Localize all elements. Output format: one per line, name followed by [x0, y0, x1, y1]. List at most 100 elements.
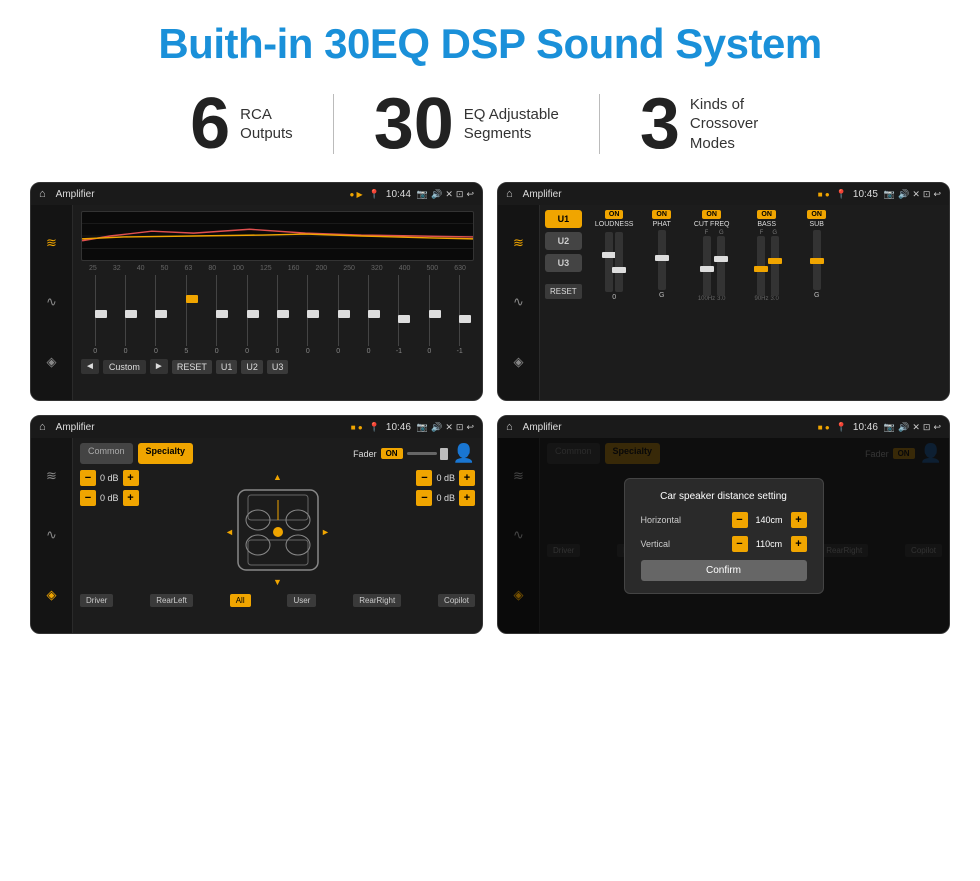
eq-slider-2[interactable]: 0: [118, 275, 134, 355]
cutfreq-slider-g[interactable]: [717, 236, 725, 296]
bass-slider-f[interactable]: [757, 236, 765, 296]
crossover-wave-icon[interactable]: ∿: [513, 294, 524, 310]
fullscreen-icon[interactable]: ⊡: [456, 189, 464, 200]
dialog-location-icon: 📍: [836, 422, 847, 433]
sp-speaker-icon[interactable]: ◈: [47, 587, 57, 603]
all-btn[interactable]: All: [230, 594, 251, 607]
crossover-back-icon[interactable]: ↩: [933, 189, 941, 200]
eq-slider-7[interactable]: 0: [269, 275, 285, 355]
speaker-fullscreen-icon[interactable]: ⊡: [456, 422, 464, 433]
left-bottom-plus[interactable]: +: [123, 490, 139, 506]
eq-icon[interactable]: ≋: [46, 235, 57, 251]
loudness-ctrl: ON LOUDNESS 0: [592, 210, 637, 395]
phat-slider[interactable]: [658, 230, 666, 290]
sp-eq-icon[interactable]: ≋: [46, 468, 57, 484]
left-top-plus[interactable]: +: [123, 470, 139, 486]
right-bottom-plus[interactable]: +: [459, 490, 475, 506]
dialog-close-icon[interactable]: ✕: [912, 422, 920, 433]
reset-btn[interactable]: RESET: [545, 284, 582, 299]
cutfreq-on[interactable]: ON: [702, 210, 721, 219]
rear-left-btn[interactable]: RearLeft: [150, 594, 193, 607]
stat-crossover-label: Kinds ofCrossover Modes: [690, 95, 790, 154]
speaker-main: Common Specialty Fader ON 👤: [73, 438, 482, 633]
vertical-row: Vertical − 110cm +: [641, 536, 807, 552]
left-bottom-minus[interactable]: −: [80, 490, 96, 506]
horizontal-plus[interactable]: +: [791, 512, 807, 528]
loudness-slider-l[interactable]: [605, 232, 613, 292]
eq-u1-btn[interactable]: U1: [216, 360, 238, 374]
bass-ctrl: ON BASS F 90Hz G: [742, 210, 792, 395]
driver-btn[interactable]: Driver: [80, 594, 113, 607]
vertical-plus[interactable]: +: [791, 536, 807, 552]
eq-slider-13[interactable]: -1: [452, 275, 468, 355]
speaker-icon[interactable]: ◈: [47, 354, 57, 370]
dialog-fullscreen-icon[interactable]: ⊡: [923, 422, 931, 433]
u2-btn[interactable]: U2: [545, 232, 582, 250]
copilot-btn[interactable]: Copilot: [438, 594, 475, 607]
stat-eq-number: 30: [374, 88, 454, 160]
dialog-back-icon[interactable]: ↩: [933, 422, 941, 433]
back-icon[interactable]: ↩: [466, 189, 474, 200]
eq-slider-10[interactable]: 0: [361, 275, 377, 355]
common-btn[interactable]: Common: [80, 443, 133, 464]
close-icon[interactable]: ✕: [445, 189, 453, 200]
crossover-close-icon[interactable]: ✕: [912, 189, 920, 200]
horizontal-minus[interactable]: −: [732, 512, 748, 528]
crossover-home-icon[interactable]: ⌂: [506, 188, 513, 200]
left-top-minus[interactable]: −: [80, 470, 96, 486]
user-btn[interactable]: User: [287, 594, 316, 607]
eq-slider-4[interactable]: 5: [178, 275, 194, 355]
phat-on[interactable]: ON: [652, 210, 671, 219]
speaker-status-icons: 📷 🔊 ✕ ⊡ ↩: [417, 422, 474, 433]
eq-slider-12[interactable]: 0: [421, 275, 437, 355]
eq-u2-btn[interactable]: U2: [241, 360, 263, 374]
eq-slider-6[interactable]: 0: [239, 275, 255, 355]
fader-on-badge[interactable]: ON: [381, 448, 403, 459]
stat-rca-label: RCAOutputs: [240, 105, 293, 144]
eq-slider-3[interactable]: 0: [148, 275, 164, 355]
cutfreq-slider-f[interactable]: [703, 236, 711, 296]
eq-slider-1[interactable]: 0: [87, 275, 103, 355]
right-bottom-minus[interactable]: −: [416, 490, 432, 506]
dialog-content: ≋ ∿ ◈ Common Specialty Fader ON 👤: [498, 438, 949, 633]
confirm-button[interactable]: Confirm: [641, 560, 807, 581]
bass-slider-g[interactable]: [771, 236, 779, 296]
home-icon[interactable]: ⌂: [39, 188, 46, 200]
sp-wave-icon[interactable]: ∿: [46, 527, 57, 543]
eq-prev-btn[interactable]: ◄: [81, 359, 99, 374]
speaker-back-icon[interactable]: ↩: [466, 422, 474, 433]
u1-btn[interactable]: U1: [545, 210, 582, 228]
speaker-close-icon[interactable]: ✕: [445, 422, 453, 433]
rear-right-btn[interactable]: RearRight: [353, 594, 401, 607]
eq-slider-9[interactable]: 0: [330, 275, 346, 355]
wave-icon[interactable]: ∿: [46, 294, 57, 310]
eq-slider-11[interactable]: -1: [391, 275, 407, 355]
eq-u3-btn[interactable]: U3: [267, 360, 289, 374]
right-top-plus[interactable]: +: [459, 470, 475, 486]
crossover-speaker-icon[interactable]: ◈: [514, 354, 524, 370]
fader-slider[interactable]: [407, 448, 448, 460]
loudness-on[interactable]: ON: [605, 210, 624, 219]
sub-on[interactable]: ON: [807, 210, 826, 219]
horizontal-stepper: − 140cm +: [732, 512, 807, 528]
eq-reset-btn[interactable]: RESET: [172, 360, 212, 374]
speaker-home-icon[interactable]: ⌂: [39, 421, 46, 433]
dialog-home-icon[interactable]: ⌂: [506, 421, 513, 433]
vertical-minus[interactable]: −: [732, 536, 748, 552]
phat-val: G: [659, 292, 664, 299]
bass-on[interactable]: ON: [757, 210, 776, 219]
loudness-slider-r[interactable]: [615, 232, 623, 292]
dialog-status-icons: 📷 🔊 ✕ ⊡ ↩: [884, 422, 941, 433]
specialty-btn[interactable]: Specialty: [138, 443, 194, 464]
u3-btn[interactable]: U3: [545, 254, 582, 272]
preset-buttons: Common Specialty Fader ON 👤: [80, 443, 475, 464]
dialog-time: 10:46: [853, 422, 878, 433]
person-icon[interactable]: 👤: [453, 443, 475, 464]
eq-slider-5[interactable]: 0: [209, 275, 225, 355]
sub-slider[interactable]: [813, 230, 821, 290]
eq-next-btn[interactable]: ►: [150, 359, 168, 374]
crossover-eq-icon[interactable]: ≋: [513, 235, 524, 251]
eq-slider-8[interactable]: 0: [300, 275, 316, 355]
crossover-fullscreen-icon[interactable]: ⊡: [923, 189, 931, 200]
right-top-minus[interactable]: −: [416, 470, 432, 486]
